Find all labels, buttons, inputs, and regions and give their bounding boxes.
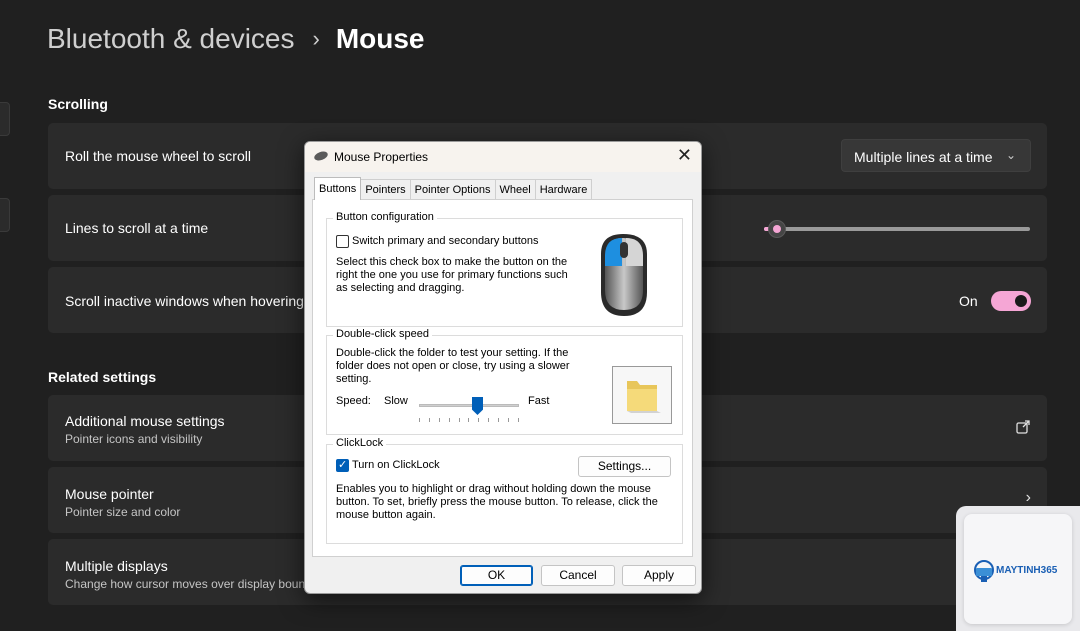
- brand-logo-icon: [974, 560, 994, 582]
- speed-fast-label: Fast: [528, 395, 550, 407]
- related-item-title: Multiple displays: [65, 558, 168, 574]
- dialog-titlebar[interactable]: Mouse Properties ✕: [305, 142, 701, 172]
- speed-ticks: [419, 418, 519, 422]
- open-external-icon[interactable]: [1015, 419, 1031, 440]
- tab-hardware[interactable]: Hardware: [534, 179, 593, 200]
- related-item-title: Mouse pointer: [65, 486, 154, 502]
- scroll-mode-dropdown[interactable]: Multiple lines at a time ⌄: [841, 139, 1031, 172]
- chevron-right-icon: ›: [1025, 489, 1031, 506]
- double-click-speed-track[interactable]: [419, 404, 519, 407]
- checkbox-label: Switch primary and secondary buttons: [352, 235, 539, 247]
- nav-edge-item[interactable]: [0, 102, 10, 136]
- folder-icon: [627, 381, 661, 413]
- group-label: ClickLock: [333, 437, 387, 449]
- nav-edge-item[interactable]: [0, 198, 10, 232]
- tab-wheel[interactable]: Wheel: [494, 179, 536, 200]
- checkbox-label: Turn on ClickLock: [352, 459, 440, 471]
- switch-buttons-checkbox[interactable]: [336, 235, 349, 248]
- speed-slow-label: Slow: [384, 395, 408, 407]
- page-title: Mouse: [335, 23, 425, 54]
- related-item-subtitle: Pointer size and color: [65, 505, 181, 519]
- mouse-icon: [313, 149, 329, 163]
- dialog-title: Mouse Properties: [334, 150, 429, 164]
- scroll-inactive-toggle[interactable]: [991, 291, 1031, 311]
- buttons-tab-panel: Button configuration Switch primary and …: [312, 199, 693, 557]
- watermark-brand: MAYTINH365: [996, 565, 1058, 576]
- group-label: Double-click speed: [333, 328, 432, 340]
- related-item-subtitle: Pointer icons and visibility: [65, 432, 203, 446]
- setting-label: Roll the mouse wheel to scroll: [65, 148, 251, 164]
- cancel-button[interactable]: Cancel: [541, 565, 615, 586]
- breadcrumb-parent-link[interactable]: Bluetooth & devices: [47, 23, 295, 55]
- button-configuration-group: Button configuration Switch primary and …: [326, 211, 683, 327]
- clicklock-checkbox[interactable]: [336, 458, 349, 472]
- test-folder[interactable]: [612, 366, 672, 424]
- setting-label: Lines to scroll at a time: [65, 220, 209, 236]
- double-click-speed-group: Double-click speed Double-click the fold…: [326, 328, 683, 435]
- watermark: MAYTINH365: [956, 506, 1080, 631]
- related-item-subtitle: Change how cursor moves over display bou…: [65, 577, 338, 591]
- breadcrumb: Bluetooth & devices › Mouse: [47, 20, 425, 58]
- tab-buttons[interactable]: Buttons: [314, 177, 362, 200]
- dropdown-value: Multiple lines at a time: [854, 149, 993, 165]
- related-item-title: Additional mouse settings: [65, 413, 225, 429]
- double-click-speed-thumb[interactable]: [472, 397, 483, 415]
- clicklock-group: ClickLock Turn on ClickLock Settings... …: [326, 437, 683, 544]
- apply-button[interactable]: Apply: [622, 565, 696, 586]
- close-icon[interactable]: ✕: [677, 145, 692, 166]
- lines-slider-track[interactable]: [764, 227, 1030, 231]
- group-label: Button configuration: [333, 211, 437, 223]
- chevron-right-icon: ›: [312, 26, 320, 51]
- speed-label: Speed:: [336, 395, 371, 407]
- description-text: Enables you to highlight or drag without…: [336, 483, 658, 521]
- section-title-related: Related settings: [48, 369, 157, 385]
- mouse-illustration: [575, 224, 677, 324]
- lines-slider-thumb[interactable]: [768, 220, 786, 238]
- ok-button[interactable]: OK: [460, 565, 533, 586]
- clicklock-settings-button[interactable]: Settings...: [578, 456, 671, 477]
- description-text: Select this check box to make the button…: [336, 256, 568, 294]
- mouse-properties-dialog: Mouse Properties ✕ Buttons Pointers Poin…: [304, 141, 702, 594]
- toggle-state-label: On: [959, 293, 978, 309]
- watermark-card: MAYTINH365: [964, 514, 1072, 624]
- tab-pointers[interactable]: Pointers: [360, 179, 411, 200]
- tab-pointer-options[interactable]: Pointer Options: [409, 179, 496, 200]
- tab-strip: Buttons Pointers Pointer Options Wheel H…: [314, 177, 593, 200]
- description-text: Double-click the folder to test your set…: [336, 347, 570, 385]
- chevron-down-icon: ⌄: [1005, 148, 1016, 162]
- section-title-scrolling: Scrolling: [48, 96, 108, 112]
